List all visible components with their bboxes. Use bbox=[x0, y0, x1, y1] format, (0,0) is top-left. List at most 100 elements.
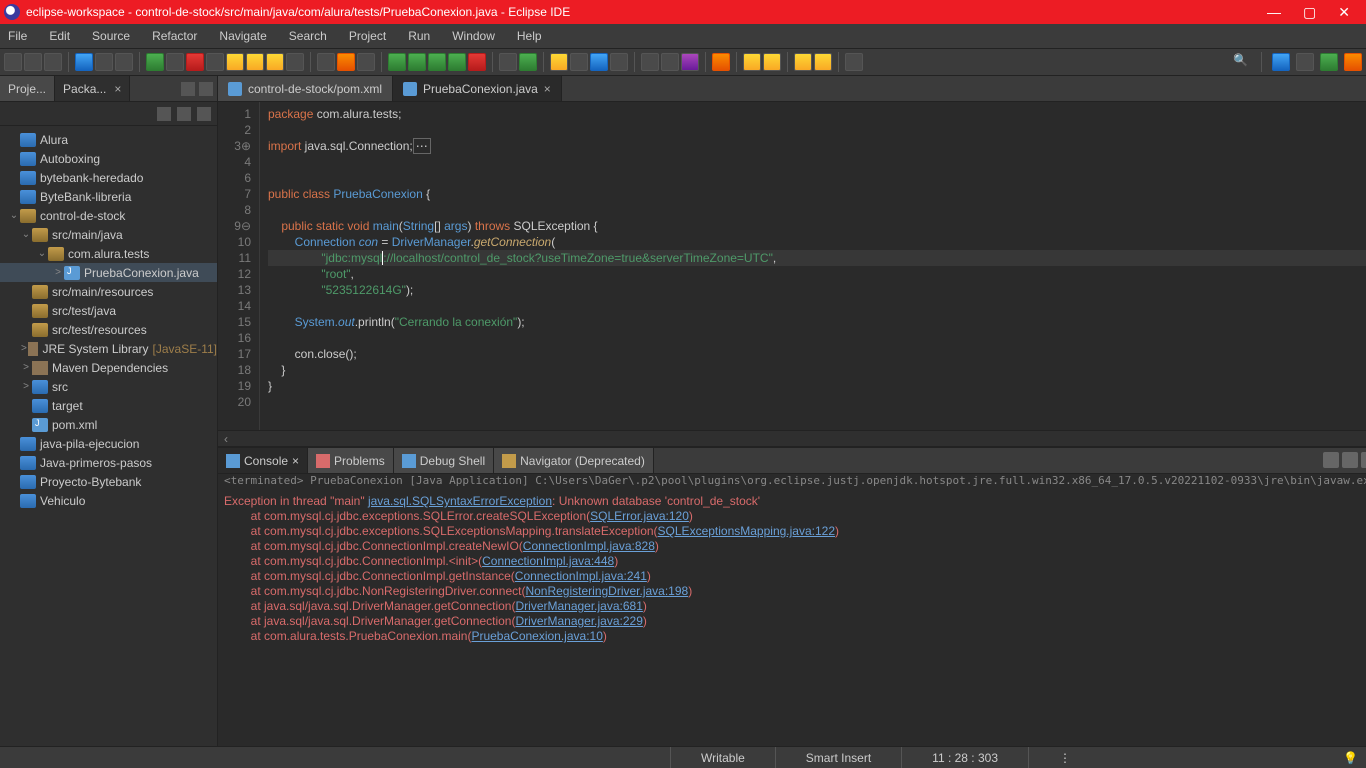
menu-edit[interactable]: Edit bbox=[49, 29, 70, 43]
tree-item[interactable]: target bbox=[0, 396, 217, 415]
editor-tab-prueba[interactable]: PruebaConexion.java× bbox=[393, 76, 562, 101]
save-icon[interactable] bbox=[24, 53, 42, 71]
tree-item[interactable]: >Maven Dependencies bbox=[0, 358, 217, 377]
tool-icon[interactable] bbox=[75, 53, 93, 71]
perspective-icon[interactable] bbox=[1296, 53, 1314, 71]
menu-file[interactable]: File bbox=[8, 29, 27, 43]
link-editor-icon[interactable] bbox=[177, 107, 191, 121]
step-over-icon[interactable] bbox=[246, 53, 264, 71]
tab-console[interactable]: Console× bbox=[218, 448, 308, 473]
code-body[interactable]: package com.alura.tests; import java.sql… bbox=[260, 102, 1366, 430]
menu-project[interactable]: Project bbox=[349, 29, 386, 43]
stop-icon[interactable] bbox=[186, 53, 204, 71]
maximize-view-icon[interactable] bbox=[199, 82, 213, 96]
tree-item[interactable]: ⌄com.alura.tests bbox=[0, 244, 217, 263]
menu-source[interactable]: Source bbox=[92, 29, 130, 43]
tool-icon[interactable] bbox=[115, 53, 133, 71]
menu-help[interactable]: Help bbox=[517, 29, 542, 43]
resume-icon[interactable] bbox=[146, 53, 164, 71]
minimize-button[interactable]: — bbox=[1267, 4, 1281, 21]
close-icon[interactable]: × bbox=[544, 82, 551, 96]
tree-item[interactable]: ⌄src/main/java bbox=[0, 225, 217, 244]
project-tree[interactable]: AluraAutoboxingbytebank-heredadoByteBank… bbox=[0, 126, 217, 746]
tree-item[interactable]: pom.xml bbox=[0, 415, 217, 434]
external-tools-icon[interactable] bbox=[468, 53, 486, 71]
perspective-debug-icon[interactable] bbox=[1344, 53, 1362, 71]
view-menu-icon[interactable] bbox=[197, 107, 211, 121]
stack-link[interactable]: SQLError.java:120 bbox=[590, 509, 689, 523]
tool-icon[interactable] bbox=[712, 53, 730, 71]
tab-project-explorer[interactable]: Proje... bbox=[0, 76, 55, 101]
save-all-icon[interactable] bbox=[44, 53, 62, 71]
tool-icon[interactable] bbox=[641, 53, 659, 71]
tree-item[interactable]: src/test/java bbox=[0, 301, 217, 320]
step-into-icon[interactable] bbox=[226, 53, 244, 71]
step-return-icon[interactable] bbox=[266, 53, 284, 71]
stack-link[interactable]: java.sql.SQLSyntaxErrorException bbox=[368, 494, 552, 508]
menu-search[interactable]: Search bbox=[289, 29, 327, 43]
stack-link[interactable]: DriverManager.java:229 bbox=[515, 614, 642, 628]
perspective-icon[interactable] bbox=[1272, 53, 1290, 71]
tree-item[interactable]: >src bbox=[0, 377, 217, 396]
tab-package-explorer[interactable]: Packa...× bbox=[55, 76, 130, 101]
stack-link[interactable]: NonRegisteringDriver.java:198 bbox=[525, 584, 688, 598]
tree-item[interactable]: ByteBank-libreria bbox=[0, 187, 217, 206]
tree-item[interactable]: Proyecto-Bytebank bbox=[0, 472, 217, 491]
tree-item[interactable]: Autoboxing bbox=[0, 149, 217, 168]
new-class-icon[interactable] bbox=[519, 53, 537, 71]
stack-link[interactable]: SQLExceptionsMapping.java:122 bbox=[658, 524, 835, 538]
disconnect-icon[interactable] bbox=[206, 53, 224, 71]
new-package-icon[interactable] bbox=[499, 53, 517, 71]
stack-link[interactable]: ConnectionImpl.java:828 bbox=[523, 539, 655, 553]
stack-link[interactable]: ConnectionImpl.java:241 bbox=[515, 569, 647, 583]
perspective-java-icon[interactable] bbox=[1320, 53, 1338, 71]
new-icon[interactable] bbox=[4, 53, 22, 71]
tool-icon[interactable] bbox=[95, 53, 113, 71]
console-output[interactable]: Exception in thread "main" java.sql.SQLS… bbox=[218, 492, 1366, 746]
tree-item[interactable]: Vehiculo bbox=[0, 491, 217, 510]
tab-problems[interactable]: Problems bbox=[308, 448, 394, 473]
editor-tab-pom[interactable]: control-de-stock/pom.xml bbox=[218, 76, 393, 101]
tree-item[interactable]: Java-primeros-pasos bbox=[0, 453, 217, 472]
close-icon[interactable]: × bbox=[292, 454, 299, 468]
tool-icon[interactable] bbox=[681, 53, 699, 71]
code-editor[interactable]: 123⊕46789⊖1011121314151617181920 package… bbox=[218, 102, 1366, 430]
run-icon[interactable] bbox=[408, 53, 426, 71]
tree-item[interactable]: >PruebaConexion.java bbox=[0, 263, 217, 282]
forward-icon[interactable] bbox=[763, 53, 781, 71]
prev-edit-icon[interactable] bbox=[794, 53, 812, 71]
tree-item[interactable]: src/main/resources bbox=[0, 282, 217, 301]
tree-item[interactable]: src/test/resources bbox=[0, 320, 217, 339]
remove-launch-icon[interactable] bbox=[1342, 452, 1358, 468]
tree-item[interactable]: Alura bbox=[0, 130, 217, 149]
tool-icon[interactable] bbox=[357, 53, 375, 71]
back-icon[interactable] bbox=[743, 53, 761, 71]
menu-window[interactable]: Window bbox=[452, 29, 495, 43]
tool-icon[interactable] bbox=[337, 53, 355, 71]
run-last-icon[interactable] bbox=[448, 53, 466, 71]
menu-refactor[interactable]: Refactor bbox=[152, 29, 197, 43]
collapse-all-icon[interactable] bbox=[157, 107, 171, 121]
horizontal-scrollbar[interactable]: ‹› bbox=[218, 430, 1366, 446]
coverage-icon[interactable] bbox=[428, 53, 446, 71]
menu-navigate[interactable]: Navigate bbox=[219, 29, 266, 43]
pause-icon[interactable] bbox=[166, 53, 184, 71]
open-type-icon[interactable] bbox=[550, 53, 568, 71]
stack-link[interactable]: PruebaConexion.java:10 bbox=[471, 629, 602, 643]
next-edit-icon[interactable] bbox=[814, 53, 832, 71]
tip-icon[interactable]: 💡 bbox=[1335, 751, 1366, 765]
minimize-view-icon[interactable] bbox=[181, 82, 195, 96]
search-icon[interactable] bbox=[610, 53, 628, 71]
maximize-button[interactable]: ▢ bbox=[1303, 4, 1316, 21]
drop-to-frame-icon[interactable] bbox=[286, 53, 304, 71]
debug-icon[interactable] bbox=[388, 53, 406, 71]
tree-item[interactable]: >JRE System Library [JavaSE-11] bbox=[0, 339, 217, 358]
terminate-icon[interactable] bbox=[1323, 452, 1339, 468]
tool-icon[interactable] bbox=[845, 53, 863, 71]
remove-all-icon[interactable] bbox=[1361, 452, 1366, 468]
tab-debug-shell[interactable]: Debug Shell bbox=[394, 448, 494, 473]
tree-item[interactable]: java-pila-ejecucion bbox=[0, 434, 217, 453]
tool-icon[interactable] bbox=[661, 53, 679, 71]
stack-link[interactable]: ConnectionImpl.java:448 bbox=[482, 554, 614, 568]
tab-navigator[interactable]: Navigator (Deprecated) bbox=[494, 448, 654, 473]
